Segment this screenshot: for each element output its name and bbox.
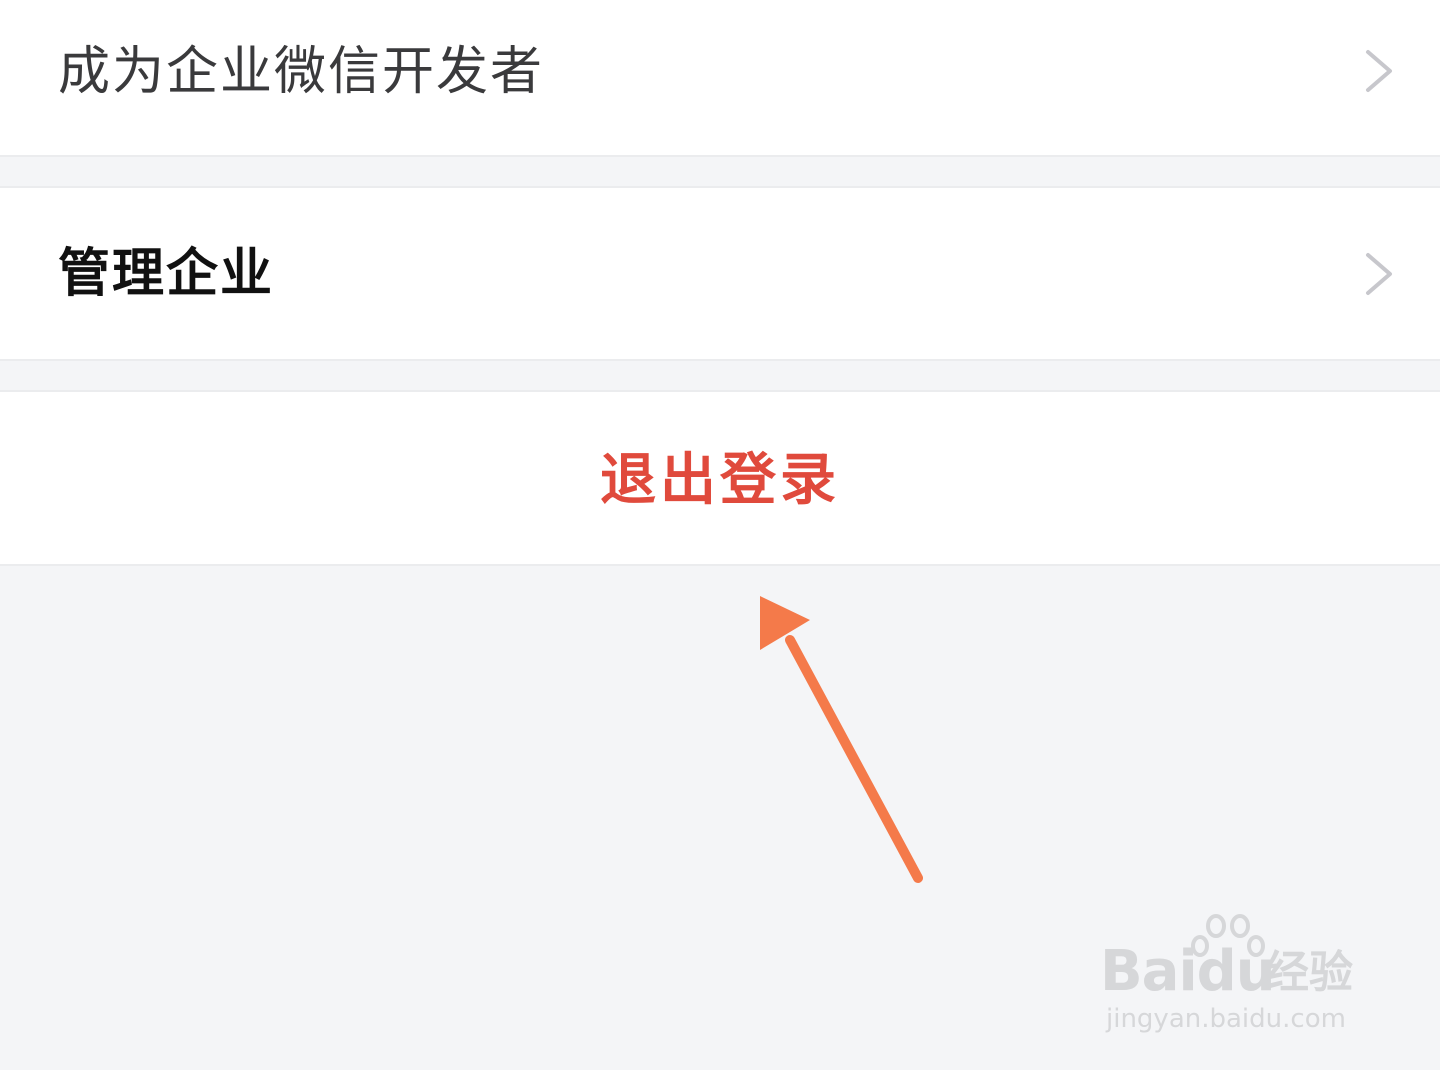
menu-item-label: 成为企业微信开发者: [58, 42, 545, 102]
settings-screen: 成为企业微信开发者 管理企业 退出登录 Baidu 经验 jingyan.bai…: [0, 0, 1440, 1070]
watermark-brand: Baidu: [1100, 939, 1276, 1004]
menu-item-manage-enterprise[interactable]: 管理企业: [0, 186, 1440, 361]
logout-button[interactable]: 退出登录: [0, 390, 1440, 566]
pointer-arrow-icon: [760, 596, 923, 883]
chevron-right-icon: [1366, 253, 1392, 295]
logout-label: 退出登录: [600, 448, 840, 513]
menu-item-label: 管理企业: [58, 244, 275, 304]
chevron-right-icon: [1366, 50, 1392, 92]
baidu-jingyan-watermark: Baidu 经验 jingyan.baidu.com: [1100, 912, 1380, 1042]
watermark-product: 经验: [1265, 947, 1353, 998]
menu-item-become-developer[interactable]: 成为企业微信开发者: [0, 0, 1440, 157]
watermark-url: jingyan.baidu.com: [1106, 1004, 1346, 1034]
